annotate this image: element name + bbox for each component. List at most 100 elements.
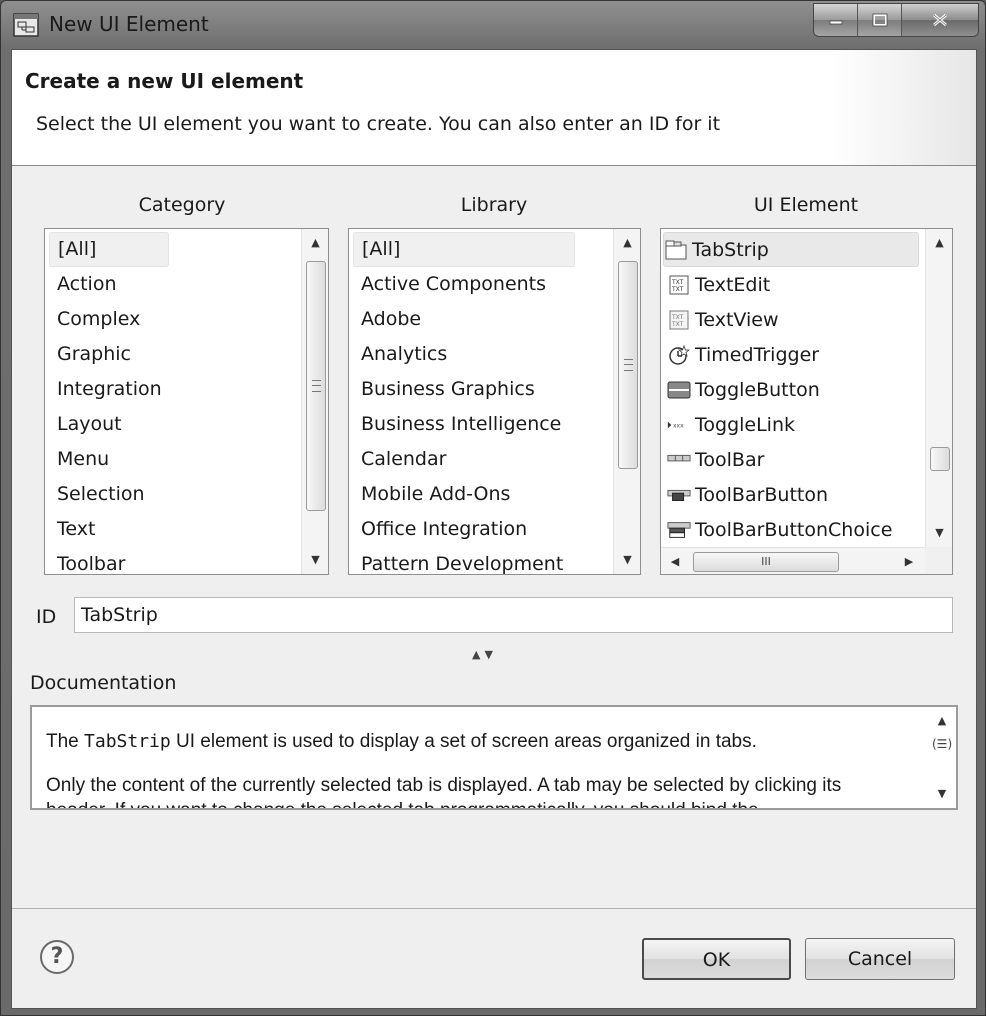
doc-text: The (46, 731, 85, 752)
category-item-action[interactable]: Action (57, 267, 117, 302)
scroll-up-arrow-icon[interactable]: ▲ (302, 229, 328, 257)
library-item-analytics[interactable]: Analytics (361, 337, 447, 372)
togglelink-icon: xxx (667, 414, 691, 436)
timedtrigger-icon (667, 344, 691, 366)
ui-element-scrollbar[interactable]: ▲ ▼ (925, 229, 952, 547)
category-item-toolbar[interactable]: Toolbar (57, 547, 125, 574)
window-title: New UI Element (49, 12, 209, 36)
category-item-layout[interactable]: Layout (57, 407, 122, 442)
scroll-down-arrow-icon[interactable]: ▼ (926, 519, 952, 547)
scroll-thumb[interactable] (930, 447, 950, 471)
ui-element-item-label: TextEdit (695, 273, 771, 296)
scroll-down-arrow-icon[interactable]: ▼ (928, 780, 956, 808)
ui-element-item-textview[interactable]: TXT TXT TextView (667, 302, 779, 337)
scroll-down-arrow-icon[interactable]: ▼ (614, 546, 640, 574)
close-icon (933, 13, 947, 27)
svg-text:TXT: TXT (671, 321, 684, 328)
maximize-icon (872, 13, 887, 27)
category-item-text[interactable]: Text (57, 512, 95, 547)
svg-text:TXT: TXT (671, 286, 684, 293)
library-item-office-integration[interactable]: Office Integration (361, 512, 527, 547)
ui-element-item-label: TextView (695, 308, 779, 331)
library-item-business-graphics[interactable]: Business Graphics (361, 372, 535, 407)
category-item-integration[interactable]: Integration (57, 372, 162, 407)
ui-element-item-label: ToolBarButton (695, 483, 829, 506)
ui-element-item-label: TabStrip (692, 238, 769, 261)
svg-text:xxx: xxx (673, 422, 684, 429)
ui-element-item-togglebutton[interactable]: ToggleButton (667, 372, 820, 407)
toolbarbutton-icon (667, 484, 691, 506)
ui-element-label: UI Element (753, 194, 859, 216)
ui-element-item-tabstrip[interactable]: TabStrip (663, 232, 919, 267)
scroll-up-arrow-icon[interactable]: ▲ (926, 229, 952, 257)
scroll-down-arrow-icon[interactable]: ▼ (302, 546, 328, 574)
help-icon[interactable]: ? (40, 940, 74, 974)
close-button[interactable] (902, 4, 978, 36)
ui-element-item-textedit[interactable]: TXT TXT TextEdit (667, 267, 770, 302)
documentation-scrollbar[interactable]: ▲ (☰) ▼ (928, 707, 956, 808)
tabstrip-icon (664, 239, 688, 261)
category-item-selection[interactable]: Selection (57, 477, 145, 512)
dialog-window: New UI Element Create a new UI element S… (0, 0, 986, 1016)
cancel-button[interactable]: Cancel (805, 938, 955, 980)
library-list[interactable]: [All] Active Components Adobe Analytics … (348, 228, 641, 575)
title-bar[interactable]: New UI Element (1, 1, 986, 49)
grip-icon (312, 380, 321, 392)
dialog-header: Create a new UI element Select the UI el… (12, 50, 976, 166)
category-item-graphic[interactable]: Graphic (57, 337, 131, 372)
grip-icon[interactable]: (☰) (932, 737, 952, 757)
ui-element-item-togglelink[interactable]: xxx ToggleLink (667, 407, 795, 442)
doc-text: UI element is used to display a set of s… (170, 731, 757, 752)
ui-element-hscrollbar[interactable]: ◀ III ▶ (661, 547, 925, 574)
ui-element-item-label: ToggleLink (695, 413, 796, 436)
ui-element-item-toolbarbutton[interactable]: ToolBarButton (667, 477, 828, 512)
scroll-thumb[interactable] (306, 261, 326, 511)
splitter-arrows-icon[interactable]: ▲▼ (472, 648, 497, 661)
library-item-adobe[interactable]: Adobe (361, 302, 421, 337)
window-controls (813, 3, 979, 37)
category-list[interactable]: [All] Action Complex Graphic Integration… (44, 228, 329, 575)
ui-element-item-label: ToolBar (695, 448, 765, 471)
documentation-paragraph-3: header. If you want to change the select… (46, 800, 759, 808)
ui-element-item-toolbar[interactable]: ToolBar (667, 442, 764, 477)
togglebutton-icon (667, 379, 691, 401)
library-item-business-intelligence[interactable]: Business Intelligence (361, 407, 561, 442)
ui-element-item-label: TimedTrigger (695, 343, 820, 366)
scroll-up-arrow-icon[interactable]: ▲ (928, 707, 956, 735)
category-item-complex[interactable]: Complex (57, 302, 140, 337)
scroll-left-arrow-icon[interactable]: ◀ (663, 548, 687, 574)
library-item-mobile-add-ons[interactable]: Mobile Add-Ons (361, 477, 510, 512)
library-item-active-components[interactable]: Active Components (361, 267, 546, 302)
textview-icon: TXT TXT (667, 309, 691, 331)
id-input[interactable]: TabStrip (74, 597, 953, 633)
library-item-all[interactable]: [All] (353, 232, 575, 267)
hscroll-thumb[interactable]: III (693, 552, 839, 572)
maximize-button[interactable] (858, 4, 902, 36)
category-item-all[interactable]: [All] (49, 232, 169, 267)
textedit-icon: TXT TXT (667, 274, 691, 296)
scroll-right-arrow-icon[interactable]: ▶ (897, 548, 921, 574)
toolbar-icon (667, 449, 691, 471)
library-item-pattern-development[interactable]: Pattern Development (361, 547, 563, 574)
svg-text:TXT: TXT (671, 279, 684, 286)
category-item-menu[interactable]: Menu (57, 442, 109, 477)
header-title: Create a new UI element (25, 69, 304, 93)
svg-text:TXT: TXT (671, 314, 684, 321)
ui-element-list[interactable]: TabStrip TXT TXT TextEdit TXT TXT TextView… (660, 228, 953, 575)
minimize-button[interactable] (814, 4, 858, 36)
ui-element-item-timedtrigger[interactable]: TimedTrigger (667, 337, 819, 372)
documentation-box[interactable]: The TabStrip UI element is used to displ… (30, 705, 958, 810)
library-scrollbar[interactable]: ▲ ▼ (613, 229, 640, 574)
documentation-label: Documentation (30, 672, 177, 694)
id-label: ID (36, 606, 57, 628)
ui-element-item-label: ToolBarButtonChoice (695, 518, 893, 541)
library-label: Library (460, 194, 528, 216)
category-scrollbar[interactable]: ▲ ▼ (301, 229, 328, 574)
scroll-corner (925, 547, 952, 574)
dialog-client-area: Create a new UI element Select the UI el… (11, 49, 977, 1009)
ui-element-item-toolbarbuttonchoice[interactable]: ToolBarButtonChoice (667, 512, 892, 547)
scroll-up-arrow-icon[interactable]: ▲ (614, 229, 640, 257)
ok-button[interactable]: OK (642, 938, 791, 980)
library-item-calendar[interactable]: Calendar (361, 442, 446, 477)
scroll-thumb[interactable] (618, 261, 638, 469)
